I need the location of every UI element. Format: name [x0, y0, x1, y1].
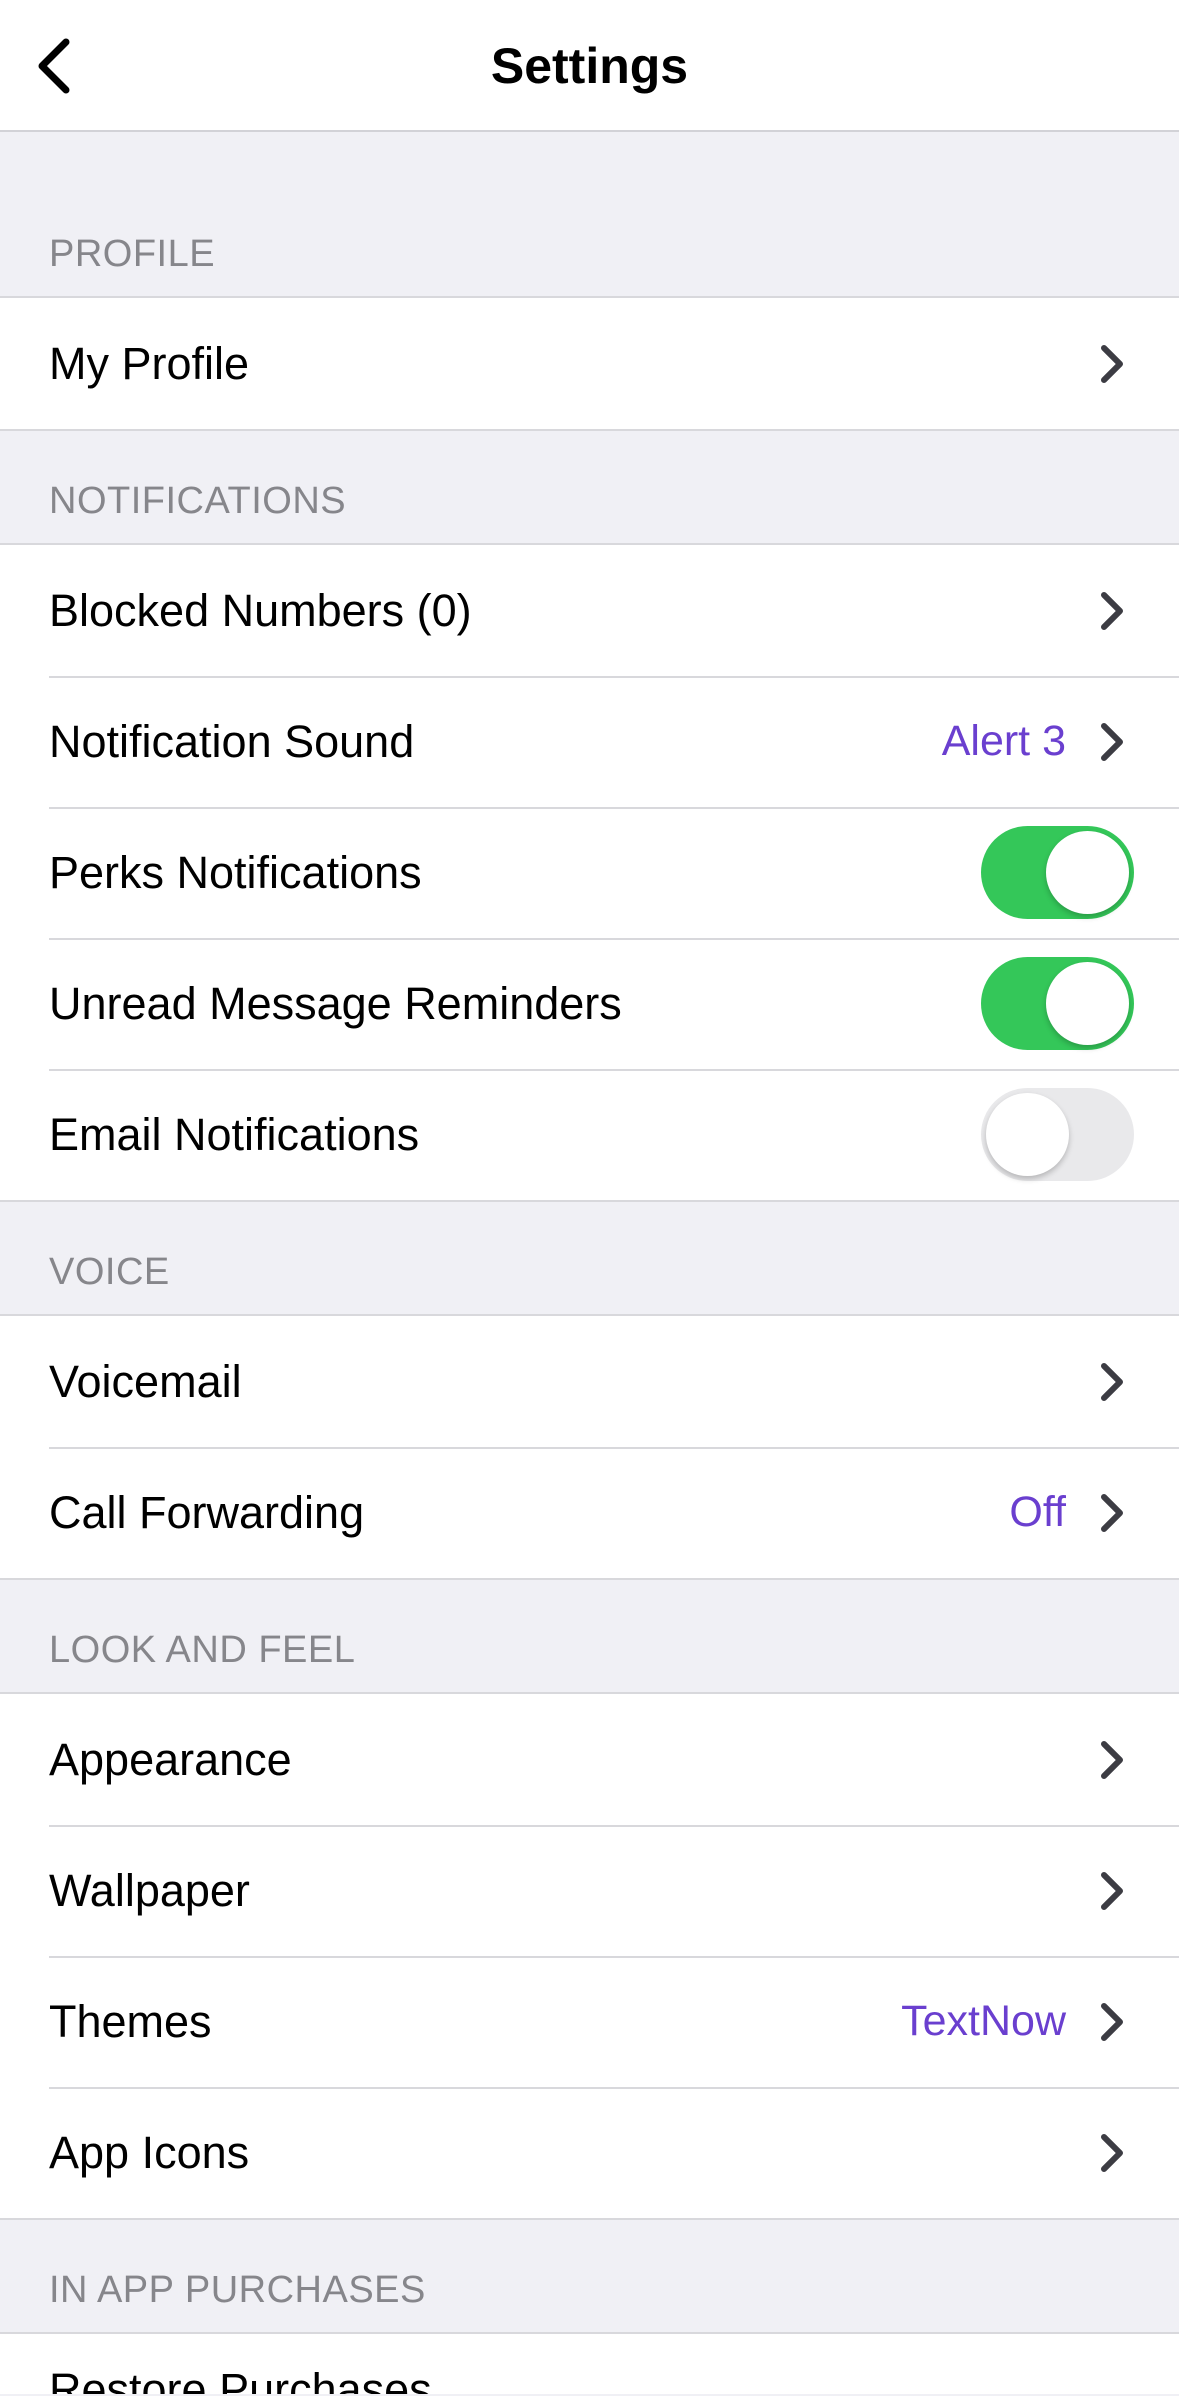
wallpaper-label: Wallpaper	[49, 1864, 250, 1916]
appearance-label: Appearance	[49, 1733, 292, 1785]
page-title: Settings	[490, 38, 689, 94]
call-forwarding-value: Off	[1009, 1488, 1066, 1536]
section-header-in-app-purchases: IN APP PURCHASES	[0, 2220, 1179, 2334]
perks-notifications-label: Perks Notifications	[49, 846, 422, 898]
call-forwarding-row[interactable]: Call Forwarding Off	[0, 1447, 1179, 1578]
perks-notifications-row: Perks Notifications	[0, 807, 1179, 938]
chevron-right-icon	[1098, 1738, 1126, 1782]
chevron-right-icon	[1098, 1491, 1126, 1535]
unread-message-reminders-toggle[interactable]	[981, 957, 1134, 1050]
section-header-notifications: NOTIFICATIONS	[0, 431, 1179, 545]
email-notifications-label: Email Notifications	[49, 1108, 420, 1160]
my-profile-row[interactable]: My Profile	[0, 298, 1179, 429]
group-look-and-feel: Appearance Wallpaper Themes TextNow App …	[0, 1694, 1179, 2220]
voicemail-label: Voicemail	[49, 1355, 242, 1407]
restore-purchases-row[interactable]: Restore Purchases	[0, 2334, 1179, 2394]
chevron-right-icon	[1098, 2131, 1126, 2175]
toggle-knob	[986, 1093, 1069, 1176]
group-notifications: Blocked Numbers (0) Notification Sound A…	[0, 545, 1179, 1202]
toggle-knob	[1046, 962, 1129, 1045]
notification-sound-value: Alert 3	[941, 717, 1066, 765]
unread-message-reminders-label: Unread Message Reminders	[49, 977, 622, 1029]
settings-list: PROFILE My Profile NOTIFICATIONS Blocked…	[0, 132, 1179, 2394]
restore-purchases-label: Restore Purchases	[49, 2364, 432, 2394]
unread-message-reminders-row: Unread Message Reminders	[0, 938, 1179, 1069]
notification-sound-row[interactable]: Notification Sound Alert 3	[0, 676, 1179, 807]
toggle-knob	[1046, 831, 1129, 914]
blocked-numbers-label: Blocked Numbers (0)	[49, 584, 472, 636]
group-profile: My Profile	[0, 298, 1179, 431]
call-forwarding-label: Call Forwarding	[49, 1486, 365, 1538]
themes-label: Themes	[49, 1995, 212, 2047]
section-header-voice: VOICE	[0, 1202, 1179, 1316]
app-icons-row[interactable]: App Icons	[0, 2087, 1179, 2218]
chevron-right-icon	[1098, 2000, 1126, 2044]
chevron-right-icon	[1098, 1360, 1126, 1404]
my-profile-label: My Profile	[49, 337, 250, 389]
voicemail-row[interactable]: Voicemail	[0, 1316, 1179, 1447]
perks-notifications-toggle[interactable]	[981, 826, 1134, 919]
notification-sound-label: Notification Sound	[49, 715, 415, 767]
group-voice: Voicemail Call Forwarding Off	[0, 1316, 1179, 1580]
section-header-look-and-feel: LOOK AND FEEL	[0, 1580, 1179, 1694]
email-notifications-toggle[interactable]	[981, 1088, 1134, 1181]
wallpaper-row[interactable]: Wallpaper	[0, 1825, 1179, 1956]
navigation-bar: Settings	[0, 0, 1179, 132]
blocked-numbers-row[interactable]: Blocked Numbers (0)	[0, 545, 1179, 676]
chevron-right-icon	[1098, 589, 1126, 633]
themes-row[interactable]: Themes TextNow	[0, 1956, 1179, 2087]
chevron-right-icon	[1098, 720, 1126, 764]
appearance-row[interactable]: Appearance	[0, 1694, 1179, 1825]
chevron-right-icon	[1098, 1869, 1126, 1913]
chevron-right-icon	[1098, 342, 1126, 386]
themes-value: TextNow	[901, 1997, 1066, 2045]
email-notifications-row: Email Notifications	[0, 1069, 1179, 1200]
app-icons-label: App Icons	[49, 2126, 250, 2178]
section-header-profile: PROFILE	[0, 132, 1179, 298]
